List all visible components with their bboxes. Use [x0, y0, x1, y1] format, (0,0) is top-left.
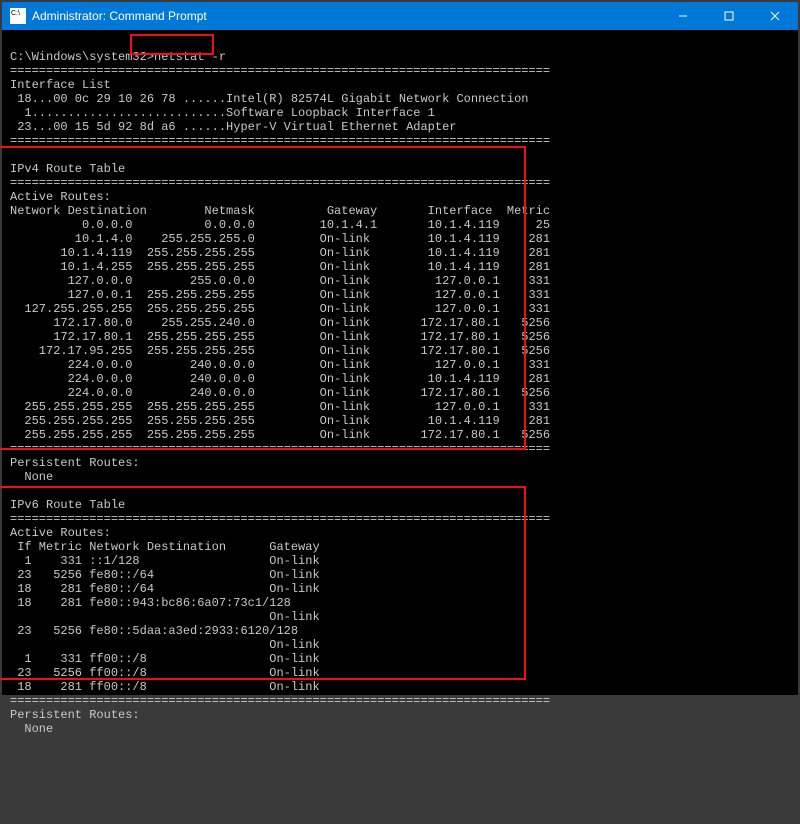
maximize-button[interactable] [706, 2, 752, 30]
ipv4-title: IPv4 Route Table [10, 162, 125, 176]
active-routes-header: Active Routes: [10, 526, 111, 540]
persistent-routes-header: Persistent Routes: [10, 708, 140, 722]
divider: ========================================… [10, 694, 550, 708]
divider: ========================================… [10, 134, 550, 148]
persistent-routes-header: Persistent Routes: [10, 456, 140, 470]
ipv4-columns: Network Destination Netmask Gateway Inte… [10, 204, 550, 218]
minimize-button[interactable] [660, 2, 706, 30]
window-title: Administrator: Command Prompt [32, 9, 660, 23]
ipv4-routes: 0.0.0.0 0.0.0.0 10.1.4.1 10.1.4.119 25 1… [10, 218, 794, 442]
interface-list-header: Interface List [10, 78, 111, 92]
window-controls [660, 2, 798, 30]
command-text: netstat -r [154, 50, 226, 64]
cmd-icon [10, 8, 26, 24]
divider: ========================================… [10, 442, 550, 456]
command-prompt-window: Administrator: Command Prompt C:\Windows… [2, 2, 798, 695]
ipv6-title: IPv6 Route Table [10, 498, 125, 512]
interface-lines: 18...00 0c 29 10 26 78 ......Intel(R) 82… [10, 92, 794, 134]
persistent-none: None [10, 470, 53, 484]
divider: ========================================… [10, 512, 550, 526]
titlebar[interactable]: Administrator: Command Prompt [2, 2, 798, 30]
divider: ========================================… [10, 176, 550, 190]
active-routes-header: Active Routes: [10, 190, 111, 204]
persistent-none: None [10, 722, 53, 736]
divider: ========================================… [10, 64, 550, 78]
terminal-output[interactable]: C:\Windows\system32>netstat -r =========… [2, 30, 798, 824]
prompt-text: C:\Windows\system32> [10, 50, 154, 64]
close-button[interactable] [752, 2, 798, 30]
ipv6-columns: If Metric Network Destination Gateway [10, 540, 320, 554]
ipv6-routes: 1 331 ::1/128 On-link 23 5256 fe80::/64 … [10, 554, 794, 694]
